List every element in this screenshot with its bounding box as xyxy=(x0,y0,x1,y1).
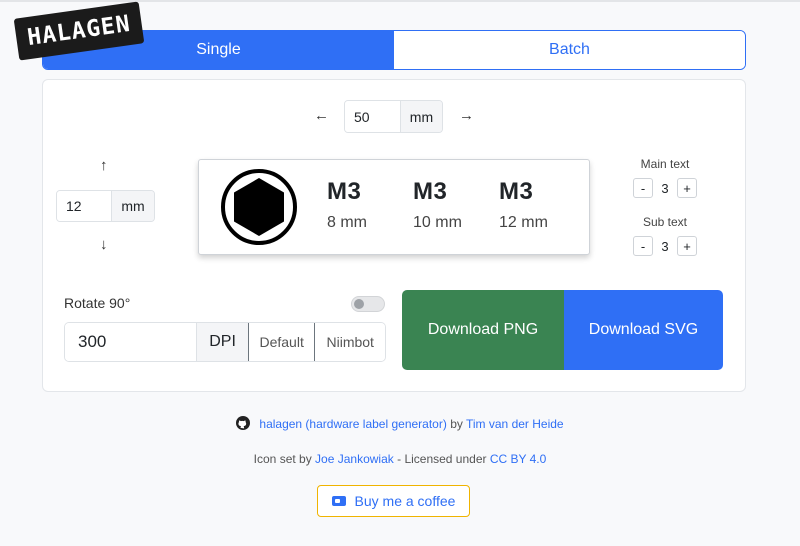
label-main-text: M3 xyxy=(499,178,534,205)
height-increase-arrow-icon[interactable]: ↑ xyxy=(100,157,108,174)
mode-tabs: Single Batch xyxy=(42,30,746,70)
label-preview: M3 8 mm M3 10 mm M3 12 mm xyxy=(198,159,590,255)
height-unit: mm xyxy=(110,191,154,221)
logo-text: HALAGEN xyxy=(25,10,133,52)
author-link[interactable]: Tim van der Heide xyxy=(466,417,564,431)
main-text-size-value: 3 xyxy=(661,180,669,196)
label-sub-text: 8 mm xyxy=(327,214,367,231)
dpi-input-group: 300 DPI Default Niimbot xyxy=(64,322,386,362)
main-text-increase-button[interactable]: + xyxy=(677,178,697,198)
coffee-label: Buy me a coffee xyxy=(354,493,456,509)
coffee-cup-icon xyxy=(331,496,346,506)
github-icon xyxy=(236,416,251,430)
label-sub-text: 12 mm xyxy=(499,214,548,231)
height-input[interactable]: 12 xyxy=(57,191,111,221)
width-decrease-arrow-icon[interactable]: ← xyxy=(314,107,329,124)
download-svg-button[interactable]: Download SVG xyxy=(564,290,723,370)
icon-credit-prefix: Icon set by xyxy=(253,452,312,466)
label-column-2: M3 10 mm xyxy=(413,178,493,232)
tab-batch[interactable]: Batch xyxy=(394,31,745,69)
sub-text-stepper: - 3 + xyxy=(633,236,697,256)
height-input-group: 12 mm xyxy=(56,190,155,222)
buy-me-a-coffee-button[interactable]: Buy me a coffee xyxy=(317,485,470,517)
license-link[interactable]: CC BY 4.0 xyxy=(490,452,546,466)
width-unit: mm xyxy=(399,101,442,132)
width-input[interactable]: 50 xyxy=(345,101,400,132)
main-text-stepper: - 3 + xyxy=(633,178,697,198)
label-column-1: M3 8 mm xyxy=(327,178,407,232)
main-text-title: Main text xyxy=(640,157,690,171)
dpi-default-button[interactable]: Default xyxy=(247,323,315,361)
sub-text-increase-button[interactable]: + xyxy=(677,236,697,256)
icon-author-link[interactable]: Joe Jankowiak xyxy=(315,452,394,466)
toggle-knob xyxy=(354,299,364,309)
sub-text-title: Sub text xyxy=(642,215,688,229)
license-prefix: - Licensed under xyxy=(397,452,487,466)
label-main-text: M3 xyxy=(327,178,362,205)
top-divider xyxy=(0,0,800,2)
width-increase-arrow-icon[interactable]: → xyxy=(459,107,474,124)
hex-socket-icon xyxy=(221,169,297,245)
label-sub-text: 10 mm xyxy=(413,214,462,231)
height-decrease-arrow-icon[interactable]: ↓ xyxy=(100,236,108,253)
rotate-toggle[interactable] xyxy=(351,296,385,312)
width-input-group: 50 mm xyxy=(344,100,443,133)
label-column-3: M3 12 mm xyxy=(499,178,579,232)
by-text: by xyxy=(450,417,463,431)
main-text-decrease-button[interactable]: - xyxy=(633,178,653,198)
dpi-niimbot-button[interactable]: Niimbot xyxy=(314,323,385,361)
icon-credits-line: Icon set by Joe Jankowiak - Licensed und… xyxy=(0,452,800,466)
sub-text-size-value: 3 xyxy=(661,238,669,254)
dpi-input[interactable]: 300 xyxy=(65,323,197,361)
credits-line: halagen (hardware label generator) by Ti… xyxy=(0,416,800,431)
project-link[interactable]: halagen (hardware label generator) xyxy=(259,417,446,431)
label-main-text: M3 xyxy=(413,178,448,205)
dpi-unit: DPI xyxy=(196,323,248,361)
rotate-label: Rotate 90° xyxy=(64,295,131,311)
download-png-button[interactable]: Download PNG xyxy=(402,290,564,370)
sub-text-decrease-button[interactable]: - xyxy=(633,236,653,256)
